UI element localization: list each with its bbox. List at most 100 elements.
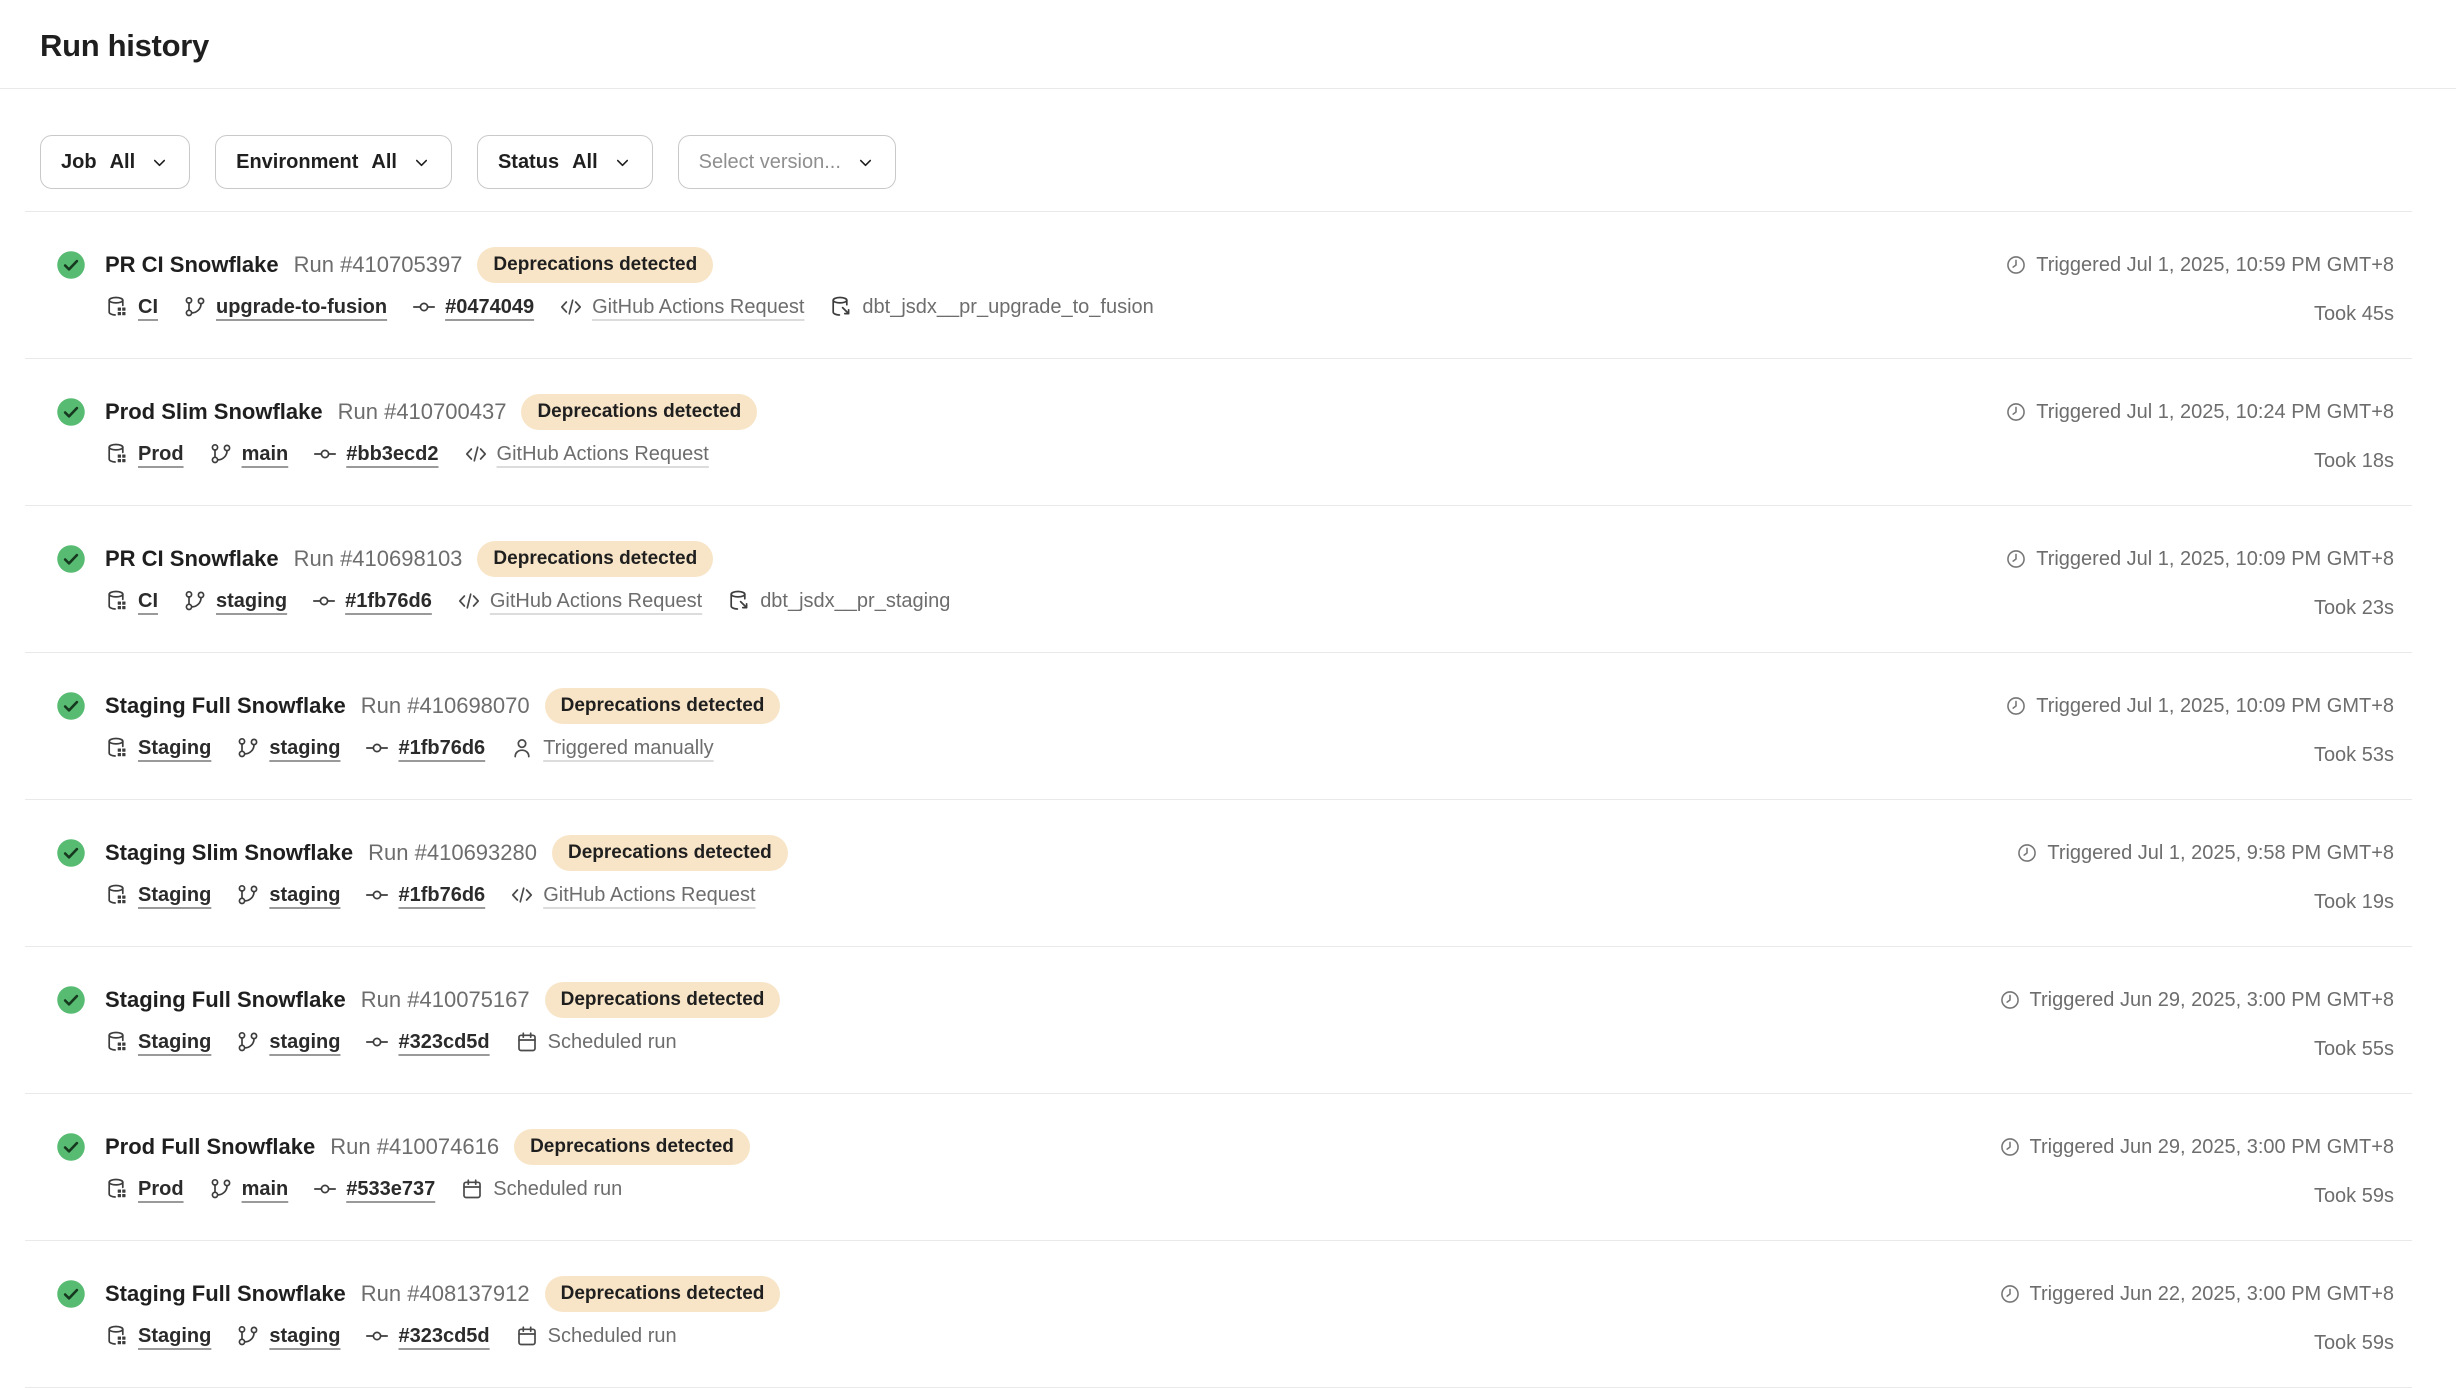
commit-icon — [312, 589, 336, 613]
environment-link[interactable]: Staging — [138, 884, 211, 907]
trigger-label[interactable]: GitHub Actions Request — [592, 296, 804, 319]
version-filter-placeholder: Select version... — [699, 151, 841, 174]
job-name[interactable]: PR CI Snowflake — [105, 544, 279, 574]
trigger-item: Triggered manually — [510, 736, 713, 760]
triggered-time: Triggered Jul 1, 2025, 9:58 PM GMT+8 — [2016, 838, 2394, 868]
job-name[interactable]: Staging Full Snowflake — [105, 985, 346, 1015]
run-success-icon — [56, 544, 86, 574]
status-filter-value: All — [572, 151, 598, 174]
deprecations-badge: Deprecations detected — [514, 1129, 750, 1165]
trigger-label[interactable]: GitHub Actions Request — [543, 884, 755, 907]
branch-link[interactable]: staging — [216, 590, 287, 613]
filter-bar: Job All Environment All Status All Selec… — [0, 89, 2456, 211]
job-name[interactable]: Prod Slim Snowflake — [105, 397, 323, 427]
run-row[interactable]: Staging Slim Snowflake Run #410693280 De… — [25, 799, 2412, 946]
trigger-label[interactable]: GitHub Actions Request — [497, 443, 709, 466]
chevron-down-icon — [613, 153, 632, 172]
environment-filter-dropdown[interactable]: Environment All — [215, 135, 452, 189]
run-row[interactable]: Staging Full Snowflake Run #408137912 De… — [25, 1240, 2412, 1388]
triggered-label: Triggered Jun 29, 2025, 3:00 PM GMT+8 — [2030, 989, 2394, 1012]
environment-link[interactable]: CI — [138, 296, 158, 319]
environment-link[interactable]: Prod — [138, 1178, 184, 1201]
environment-item: Staging — [105, 1324, 211, 1348]
code-icon — [510, 883, 534, 907]
run-list: PR CI Snowflake Run #410705397 Deprecati… — [25, 211, 2412, 1388]
job-name[interactable]: PR CI Snowflake — [105, 250, 279, 280]
commit-item: #323cd5d — [365, 1324, 489, 1348]
calendar-icon — [515, 1030, 539, 1054]
commit-link[interactable]: #533e737 — [346, 1178, 435, 1201]
trigger-item: GitHub Actions Request — [559, 295, 804, 319]
run-duration: Took 59s — [2314, 1184, 2394, 1208]
commit-link[interactable]: #1fb76d6 — [398, 884, 485, 907]
branch-link[interactable]: staging — [269, 737, 340, 760]
commit-link[interactable]: #1fb76d6 — [345, 590, 432, 613]
commit-link[interactable]: #bb3ecd2 — [346, 443, 438, 466]
commit-item: #1fb76d6 — [365, 883, 485, 907]
deprecations-badge: Deprecations detected — [477, 247, 713, 283]
branch-link[interactable]: staging — [269, 884, 340, 907]
environment-link[interactable]: Staging — [138, 1325, 211, 1348]
environment-database-icon — [105, 442, 129, 466]
trigger-label[interactable]: GitHub Actions Request — [490, 590, 702, 613]
commit-link[interactable]: #323cd5d — [398, 1325, 489, 1348]
job-name[interactable]: Staging Full Snowflake — [105, 691, 346, 721]
code-icon — [457, 589, 481, 613]
environment-item: CI — [105, 589, 158, 613]
calendar-icon — [515, 1324, 539, 1348]
job-name[interactable]: Staging Slim Snowflake — [105, 838, 353, 868]
environment-filter-label: Environment — [236, 151, 358, 174]
clock-icon — [1999, 1136, 2021, 1158]
environment-database-icon — [105, 736, 129, 760]
branch-link[interactable]: upgrade-to-fusion — [216, 296, 387, 319]
calendar-icon — [460, 1177, 484, 1201]
branch-item: staging — [183, 589, 287, 613]
environment-link[interactable]: Staging — [138, 737, 211, 760]
run-success-icon — [56, 250, 86, 280]
commit-link[interactable]: #323cd5d — [398, 1031, 489, 1054]
environment-link[interactable]: CI — [138, 590, 158, 613]
run-row[interactable]: Staging Full Snowflake Run #410075167 De… — [25, 946, 2412, 1093]
deprecations-badge: Deprecations detected — [477, 541, 713, 577]
environment-database-icon — [105, 883, 129, 907]
commit-icon — [412, 295, 436, 319]
triggered-label: Triggered Jul 1, 2025, 10:59 PM GMT+8 — [2036, 254, 2394, 277]
branch-item: main — [209, 1177, 289, 1201]
run-number: Run #410698103 — [294, 544, 463, 574]
run-row[interactable]: Prod Full Snowflake Run #410074616 Depre… — [25, 1093, 2412, 1240]
environment-link[interactable]: Staging — [138, 1031, 211, 1054]
commit-link[interactable]: #0474049 — [445, 296, 534, 319]
branch-link[interactable]: main — [242, 1178, 289, 1201]
job-name[interactable]: Prod Full Snowflake — [105, 1132, 315, 1162]
run-number: Run #408137912 — [361, 1279, 530, 1309]
job-name[interactable]: Staging Full Snowflake — [105, 1279, 346, 1309]
deprecations-badge: Deprecations detected — [545, 688, 781, 724]
trigger-label: Scheduled run — [493, 1178, 622, 1201]
status-filter-dropdown[interactable]: Status All — [477, 135, 653, 189]
commit-link[interactable]: #1fb76d6 — [398, 737, 485, 760]
run-duration: Took 45s — [2314, 302, 2394, 326]
chevron-down-icon — [856, 153, 875, 172]
trigger-item: GitHub Actions Request — [457, 589, 702, 613]
branch-link[interactable]: staging — [269, 1031, 340, 1054]
commit-icon — [365, 883, 389, 907]
commit-item: #1fb76d6 — [312, 589, 432, 613]
environment-database-icon — [105, 295, 129, 319]
branch-link[interactable]: main — [242, 443, 289, 466]
triggered-time: Triggered Jun 29, 2025, 3:00 PM GMT+8 — [1999, 1132, 2394, 1162]
branch-link[interactable]: staging — [269, 1325, 340, 1348]
run-row[interactable]: Staging Full Snowflake Run #410698070 De… — [25, 652, 2412, 799]
run-row[interactable]: Prod Slim Snowflake Run #410700437 Depre… — [25, 358, 2412, 505]
deprecations-badge: Deprecations detected — [552, 835, 788, 871]
trigger-label[interactable]: Triggered manually — [543, 737, 713, 760]
run-duration: Took 55s — [2314, 1037, 2394, 1061]
version-filter-dropdown[interactable]: Select version... — [678, 135, 896, 189]
git-branch-icon — [183, 589, 207, 613]
job-filter-dropdown[interactable]: Job All — [40, 135, 190, 189]
branch-item: staging — [236, 1324, 340, 1348]
run-row[interactable]: PR CI Snowflake Run #410705397 Deprecati… — [25, 211, 2412, 358]
commit-icon — [365, 736, 389, 760]
run-row[interactable]: PR CI Snowflake Run #410698103 Deprecati… — [25, 505, 2412, 652]
schema-database-icon — [829, 295, 853, 319]
environment-link[interactable]: Prod — [138, 443, 184, 466]
